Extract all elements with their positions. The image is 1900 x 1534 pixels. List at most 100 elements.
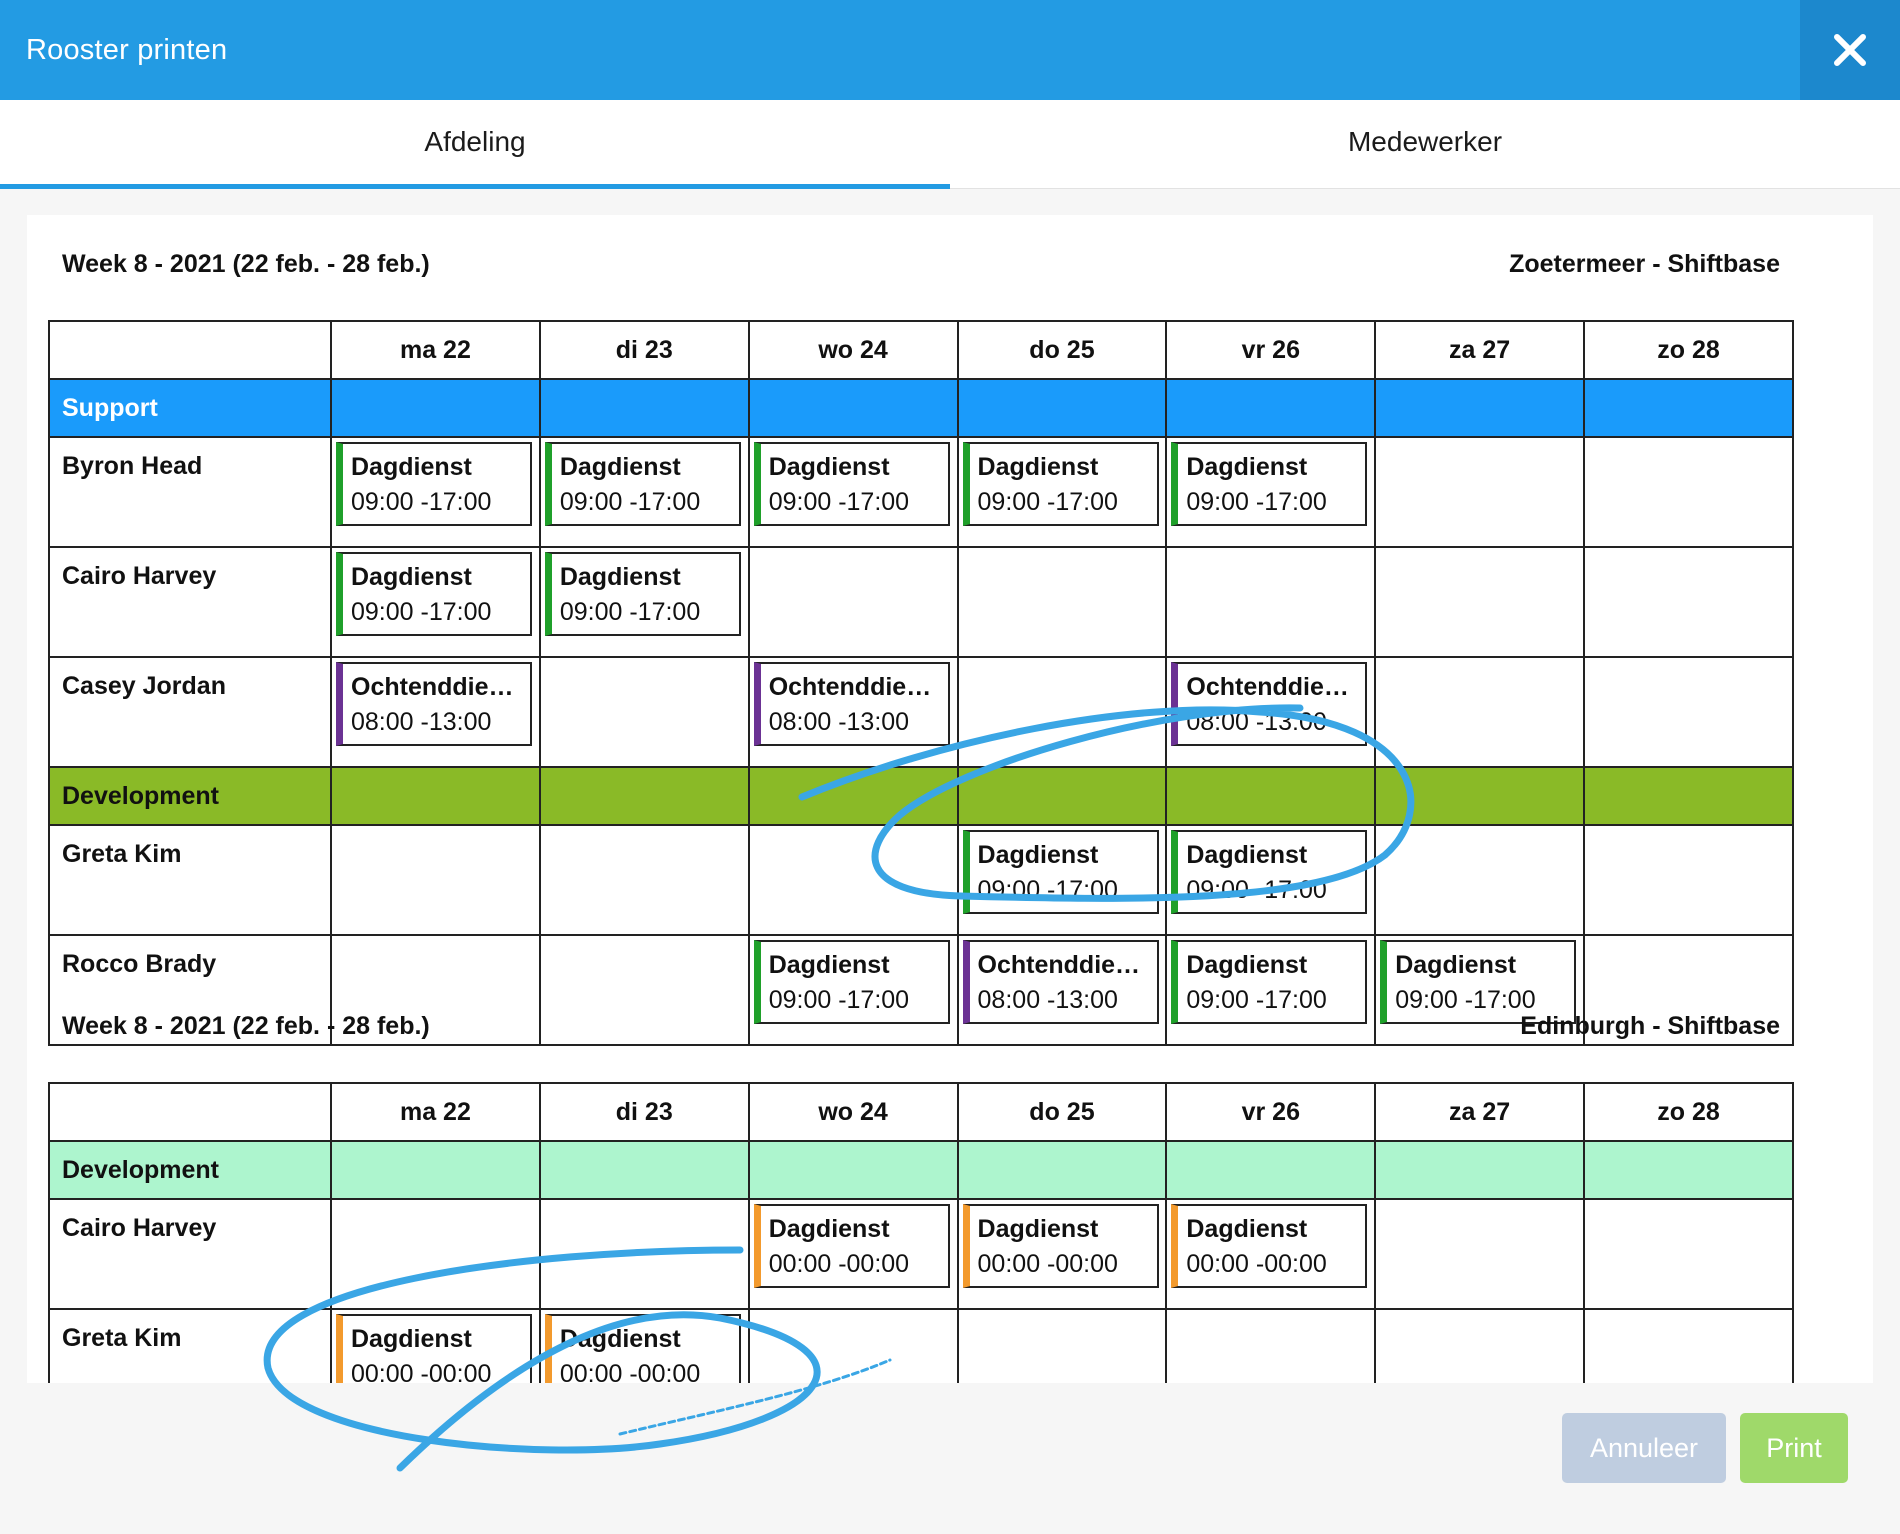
group-cell (956, 766, 1168, 826)
day-cell (1583, 1198, 1794, 1310)
employee-name: Byron Head (48, 436, 332, 548)
close-icon (1834, 34, 1866, 66)
week-label: Week 8 - 2021 (22 feb. - 28 feb.) (62, 250, 430, 278)
shift-card[interactable]: Dagdienst 00:00 -00:00 (336, 1314, 532, 1383)
group-row: Development (48, 766, 1794, 826)
shift-card[interactable]: Ochtenddienst 08:00 -13:00 (753, 662, 950, 746)
shift-time: 09:00 -17:00 (351, 598, 492, 626)
shift-card[interactable]: Dagdienst 09:00 -17:00 (753, 442, 950, 526)
print-button[interactable]: Print (1740, 1413, 1848, 1483)
group-cell (1165, 766, 1377, 826)
day-cell: Ochtenddienst 08:00 -13:00 (1165, 656, 1377, 768)
shift-time: 00:00 -00:00 (977, 1250, 1118, 1278)
group-cell (1374, 1140, 1586, 1200)
day-header: zo 28 (1583, 1082, 1794, 1142)
day-header: vr 26 (1165, 1082, 1377, 1142)
shift-card[interactable]: Dagdienst 09:00 -17:00 (1171, 830, 1368, 914)
tab-afdeling[interactable]: Afdeling (0, 100, 950, 189)
day-header: di 23 (538, 1082, 750, 1142)
location-label: Zoetermeer - Shiftbase (1509, 250, 1780, 278)
group-cell (1165, 378, 1377, 438)
group-cell (956, 378, 1168, 438)
tab-medewerker[interactable]: Medewerker (950, 100, 1900, 188)
group-cell (538, 1140, 750, 1200)
close-button[interactable] (1800, 0, 1900, 100)
shift-time: 09:00 -17:00 (977, 488, 1118, 516)
cancel-button[interactable]: Annuleer (1562, 1413, 1726, 1483)
day-cell (1374, 656, 1586, 768)
shift-time: 09:00 -17:00 (351, 488, 492, 516)
day-cell (1165, 1308, 1377, 1383)
day-cell: Dagdienst 09:00 -17:00 (956, 824, 1168, 936)
shift-name: Dagdienst (977, 1215, 1099, 1243)
week-label: Week 8 - 2021 (22 feb. - 28 feb.) (62, 1012, 430, 1040)
table-header-row: ma 22 di 23 wo 24 do 25 vr 26 za 27 zo 28 (48, 1082, 1794, 1142)
shift-name: Dagdienst (559, 563, 681, 591)
day-cell: Dagdienst 00:00 -00:00 (330, 1308, 541, 1383)
schedule-table: ma 22 di 23 wo 24 do 25 vr 26 za 27 zo 28 Suppo… (48, 320, 1794, 1046)
print-preview[interactable]: Week 8 - 2021 (22 feb. - 28 feb.) Zoeter… (27, 215, 1873, 1383)
shift-time: 08:00 -13:00 (1186, 708, 1327, 736)
shift-time: 09:00 -17:00 (977, 876, 1118, 904)
group-cell (1374, 378, 1586, 438)
shift-time: 00:00 -00:00 (1186, 1250, 1327, 1278)
day-cell (1374, 824, 1586, 936)
shift-name: Dagdienst (1186, 453, 1308, 481)
day-cell (1374, 546, 1586, 658)
shift-card[interactable]: Dagdienst 09:00 -17:00 (544, 442, 741, 526)
group-cell (1583, 378, 1794, 438)
day-header: di 23 (538, 320, 750, 380)
shift-card[interactable]: Dagdienst 09:00 -17:00 (962, 830, 1159, 914)
day-cell (538, 824, 750, 936)
day-cell (1583, 436, 1794, 548)
shift-name: Dagdienst (351, 453, 472, 481)
shift-name: Dagdienst (351, 1325, 472, 1353)
shift-card[interactable]: Dagdienst 09:00 -17:00 (336, 552, 532, 636)
day-cell (956, 546, 1168, 658)
day-cell: Dagdienst 09:00 -17:00 (956, 436, 1168, 548)
shift-name: Dagdienst (559, 453, 681, 481)
shift-name: Dagdienst (351, 563, 472, 591)
shift-name: Ochtenddienst (1186, 673, 1358, 701)
group-cell (747, 766, 959, 826)
day-cell: Dagdienst 00:00 -00:00 (1165, 1198, 1377, 1310)
employee-row: Cairo Harvey Dagdienst 00:00 -00:00 Dagdien… (48, 1198, 1794, 1310)
modal-title: Rooster printen (26, 34, 228, 66)
group-cell (330, 1140, 541, 1200)
day-cell (330, 824, 541, 936)
shift-card[interactable]: Dagdienst 00:00 -00:00 (1171, 1204, 1368, 1288)
day-cell (1583, 656, 1794, 768)
shift-card[interactable]: Dagdienst 09:00 -17:00 (1171, 442, 1368, 526)
day-header: vr 26 (1165, 320, 1377, 380)
day-cell: Dagdienst 00:00 -00:00 (747, 1198, 959, 1310)
employee-name: Greta Kim (48, 1308, 332, 1383)
shift-card[interactable]: Ochtenddienst 08:00 -13:00 (336, 662, 532, 746)
group-cell (747, 1140, 959, 1200)
shift-card[interactable]: Dagdienst 00:00 -00:00 (962, 1204, 1159, 1288)
modal-footer: Annuleer Print (0, 1383, 1900, 1534)
shift-time: 09:00 -17:00 (559, 488, 701, 516)
day-header: do 25 (956, 320, 1168, 380)
shift-card[interactable]: Ochtenddienst 08:00 -13:00 (1171, 662, 1368, 746)
shift-time: 00:00 -00:00 (768, 1250, 910, 1278)
shift-card[interactable]: Dagdienst 00:00 -00:00 (753, 1204, 950, 1288)
day-header: za 27 (1374, 1082, 1586, 1142)
day-header: za 27 (1374, 320, 1586, 380)
day-cell (956, 1308, 1168, 1383)
group-name: Development (48, 766, 332, 826)
day-cell (1583, 546, 1794, 658)
day-cell: Dagdienst 09:00 -17:00 (330, 546, 541, 658)
day-cell (1583, 824, 1794, 936)
shift-card[interactable]: Dagdienst 09:00 -17:00 (544, 552, 741, 636)
shift-card[interactable]: Dagdienst 09:00 -17:00 (962, 442, 1159, 526)
shift-card[interactable]: Dagdienst 00:00 -00:00 (544, 1314, 741, 1383)
group-name: Support (48, 378, 332, 438)
day-cell (747, 824, 959, 936)
group-cell (1583, 766, 1794, 826)
shift-time: 09:00 -17:00 (768, 488, 910, 516)
employee-row: Greta Kim Dagdienst 00:00 -00:00 Dagdienst 0… (48, 1308, 1794, 1383)
shift-time: 09:00 -17:00 (559, 598, 701, 626)
employee-row: Casey Jordan Ochtenddienst 08:00 -13:00 Och… (48, 656, 1794, 768)
shift-card[interactable]: Dagdienst 09:00 -17:00 (336, 442, 532, 526)
day-cell (747, 546, 959, 658)
